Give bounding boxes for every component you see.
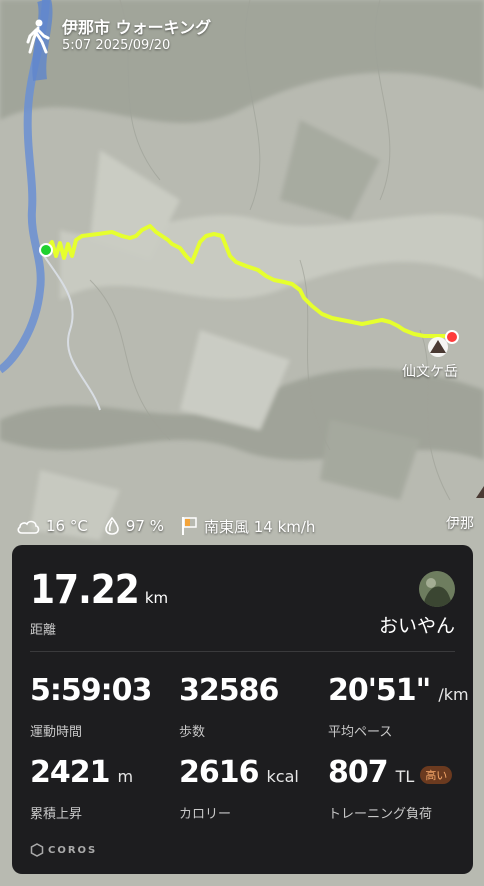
stat-label: カロリー — [179, 807, 232, 822]
brand-logo: COROS — [30, 843, 97, 857]
stat-duration: 5:59:03 — [30, 673, 152, 708]
stat-steps: 32586 — [179, 673, 279, 708]
divider — [30, 651, 455, 652]
distance: 17.22 km — [30, 567, 168, 613]
brand-name: COROS — [48, 844, 98, 856]
stat-unit: kcal — [266, 767, 299, 786]
stat-value: 32586 — [179, 673, 279, 708]
stat-label: 累積上昇 — [30, 807, 83, 822]
walking-icon — [26, 19, 50, 54]
wind-flag-icon — [181, 517, 197, 535]
stat-pace: 20'51" /km — [328, 673, 469, 708]
avatar-image — [419, 571, 455, 607]
stat-unit: /km — [438, 685, 469, 704]
stat-unit: m — [117, 767, 134, 786]
start-marker — [39, 243, 53, 257]
stat-label: 歩数 — [179, 725, 206, 740]
username: おいやん — [378, 615, 455, 637]
map-edge-label: 伊那 — [446, 516, 474, 532]
weather-row: 16 °C 97 % 南東風 14 km/h — [16, 514, 325, 538]
stat-value: 807 — [328, 755, 389, 790]
humidity: 97 % — [125, 517, 164, 535]
avatar[interactable] — [419, 571, 455, 607]
end-marker — [445, 330, 459, 344]
distance-label: 距離 — [30, 623, 57, 638]
distance-value: 17.22 — [30, 567, 140, 613]
stat-value: 20'51" — [328, 673, 431, 708]
stat-label: 運動時間 — [30, 725, 83, 740]
training-load-badge: 高い — [420, 766, 453, 784]
stat-unit: TL — [395, 767, 415, 786]
stat-calories: 2616 kcal — [179, 755, 299, 790]
coros-logo-icon — [30, 843, 44, 857]
stats-card: 17.22 km 距離 おいやん 5:59:03 運動時間 32586 歩数 2… — [12, 545, 473, 874]
stat-label: 平均ペース — [328, 725, 393, 740]
stat-value: 2421 — [30, 755, 110, 790]
activity-header: 伊那市 ウォーキング 5:07 2025/09/20 — [24, 18, 211, 54]
temperature: 16 °C — [46, 517, 88, 535]
stat-value: 2616 — [179, 755, 259, 790]
stat-label: トレーニング負荷 — [328, 807, 433, 822]
humidity-drop-icon — [105, 517, 119, 535]
peak-icon — [428, 337, 448, 357]
wind: 南東風 14 km/h — [203, 517, 316, 536]
peak-label: 仙文ケ岳 — [402, 364, 458, 380]
stat-value: 5:59:03 — [30, 673, 152, 708]
stat-training-load: 807 TL 高い — [328, 755, 453, 790]
activity-datetime: 5:07 2025/09/20 — [62, 38, 171, 53]
activity-title: 伊那市 ウォーキング — [62, 18, 212, 37]
stat-elevation-gain: 2421 m — [30, 755, 133, 790]
cloud-icon — [17, 520, 40, 534]
distance-unit: km — [144, 589, 169, 607]
